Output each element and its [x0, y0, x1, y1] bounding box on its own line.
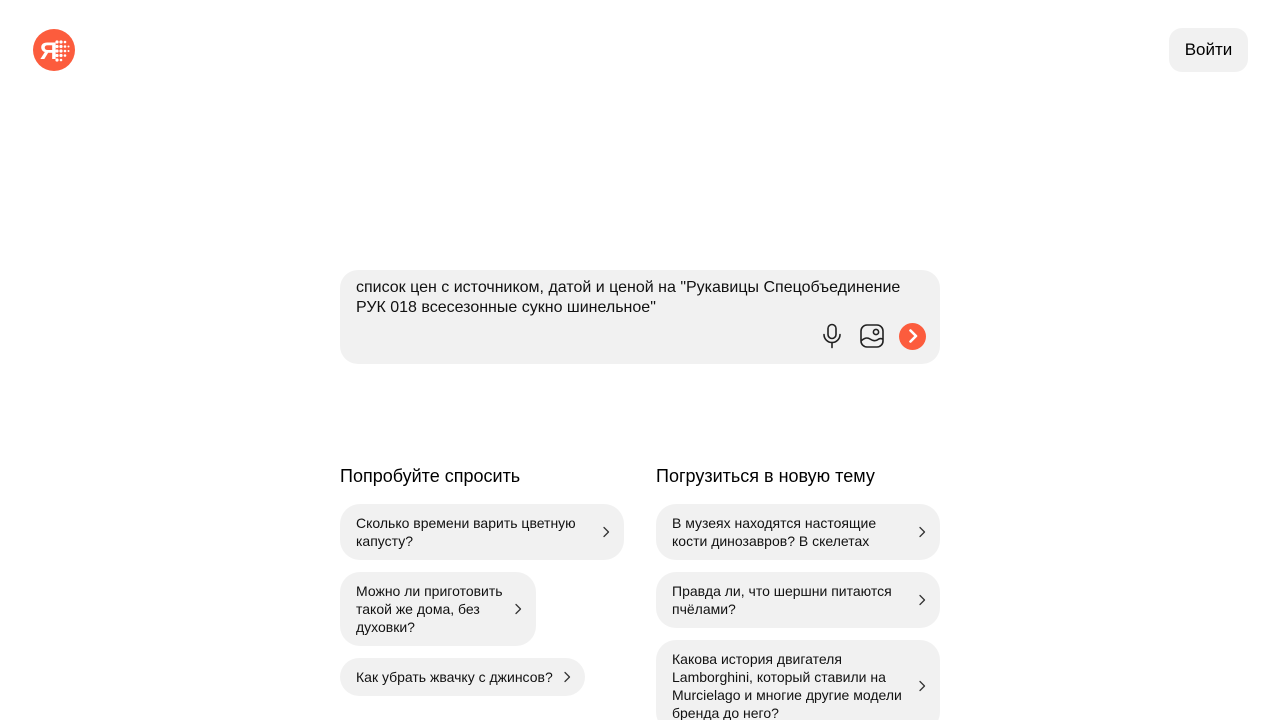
chevron-right-icon — [918, 680, 926, 692]
suggestion-chip-label: В музеях находятся настоящие кости диноз… — [672, 515, 877, 549]
section-title-try-asking: Попробуйте спросить — [340, 466, 521, 486]
chevron-right-icon — [918, 594, 926, 606]
chevron-right-icon — [514, 603, 522, 615]
suggestion-chip-label: Правда ли, что шершни питаются пчёлами? — [672, 583, 892, 617]
query-input-box[interactable]: список цен с источником, датой и ценой н… — [340, 270, 940, 364]
query-input-text[interactable]: список цен с источником, датой и ценой н… — [356, 278, 926, 318]
suggestion-chip[interactable]: Какова история двигателя Lamborghini, ко… — [656, 640, 940, 720]
svg-text:Я: Я — [40, 38, 57, 65]
chevron-right-icon — [918, 526, 926, 538]
send-arrow-icon — [908, 329, 917, 343]
suggestion-chip[interactable]: Правда ли, что шершни питаются пчёлами? — [656, 572, 940, 628]
login-button[interactable]: Войти — [1169, 28, 1248, 72]
image-search-icon[interactable] — [859, 322, 885, 350]
suggestion-chip-label: Какова история двигателя Lamborghini, ко… — [672, 651, 902, 720]
suggestion-chip-label: Как убрать жвачку с джинсов? — [356, 669, 553, 685]
page: Я Войти список цен с источником, датой и… — [0, 0, 1280, 720]
suggestion-chip[interactable]: Можно ли приготовить такой же дома, без … — [340, 572, 536, 646]
yandex-logo-icon[interactable]: Я — [33, 29, 75, 71]
send-button[interactable] — [899, 322, 926, 350]
suggestion-chip-label: Сколько времени варить цветную капусту? — [356, 515, 576, 549]
suggestion-chip-label: Можно ли приготовить такой же дома, без … — [356, 583, 503, 635]
section-title-new-topic: Погрузиться в новую тему — [656, 466, 875, 486]
suggestion-chip[interactable]: Сколько времени варить цветную капусту? — [340, 504, 624, 560]
chevron-right-icon — [563, 671, 571, 683]
suggestion-chip[interactable]: В музеях находятся настоящие кости диноз… — [656, 504, 940, 560]
suggestions-try-asking: Попробуйте спросить Сколько времени вари… — [340, 464, 624, 708]
microphone-icon[interactable] — [819, 322, 845, 350]
suggestion-chip[interactable]: Как убрать жвачку с джинсов? — [340, 658, 585, 696]
chevron-right-icon — [602, 526, 610, 538]
suggestions-new-topic: Погрузиться в новую тему В музеях находя… — [656, 464, 940, 720]
query-toolbar — [819, 322, 926, 350]
